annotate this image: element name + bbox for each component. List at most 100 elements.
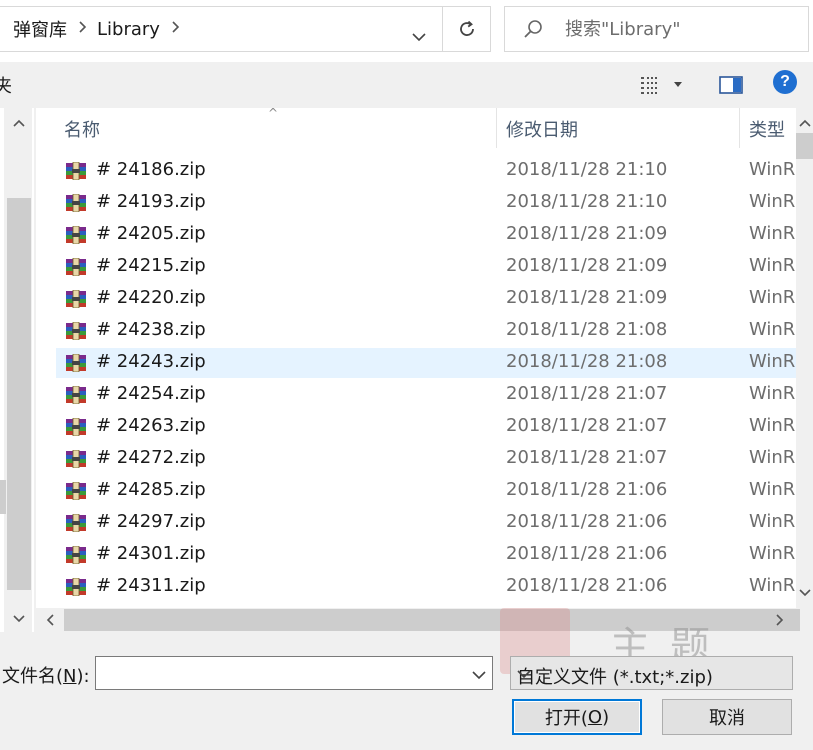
file-type: WinR	[749, 223, 796, 244]
table-row[interactable]: # 24238.zip 2018/11/28 21:08 WinR	[56, 316, 796, 346]
file-type: WinR	[749, 255, 796, 276]
table-row[interactable]: # 24254.zip 2018/11/28 21:07 WinR	[56, 380, 796, 410]
search-input[interactable]	[565, 18, 795, 40]
file-name: # 24243.zip	[96, 351, 206, 372]
file-date-modified: 2018/11/28 21:08	[506, 351, 668, 372]
column-divider[interactable]	[739, 108, 740, 148]
file-type: WinR	[749, 415, 796, 436]
winrar-archive-icon	[64, 321, 88, 341]
nav-scroll-down-button[interactable]	[7, 608, 31, 630]
chevron-right-icon[interactable]	[79, 21, 87, 37]
list-scroll-up-button[interactable]	[793, 112, 813, 134]
table-row[interactable]: # 24193.zip 2018/11/28 21:10 WinR	[56, 188, 796, 218]
file-name: # 24193.zip	[96, 191, 206, 212]
preview-pane-button[interactable]	[718, 72, 744, 98]
table-row[interactable]: # 24186.zip 2018/11/28 21:10 WinR	[56, 156, 796, 186]
file-date-modified: 2018/11/28 21:09	[506, 255, 668, 276]
file-date-modified: 2018/11/28 21:10	[506, 191, 668, 212]
navigation-pane-item-edge	[0, 480, 6, 514]
file-name: # 24297.zip	[96, 511, 206, 532]
caret-down-icon	[674, 82, 682, 87]
file-name: # 24205.zip	[96, 223, 206, 244]
column-header-type[interactable]: 类型	[749, 116, 785, 142]
file-date-modified: 2018/11/28 21:09	[506, 223, 668, 244]
chevron-down-icon	[517, 663, 784, 684]
open-button[interactable]: 打开(O)	[512, 699, 642, 735]
winrar-archive-icon	[64, 257, 88, 277]
sort-ascending-icon: ^	[268, 108, 279, 120]
file-type: WinR	[749, 191, 796, 212]
file-date-modified: 2018/11/28 21:07	[506, 447, 668, 468]
navigation-scrollbar-thumb[interactable]	[7, 198, 31, 590]
file-type: WinR	[749, 575, 796, 596]
file-list[interactable]: ^ 名称 修改日期 类型 # 24186.zip 2018/11/28 21:10…	[36, 108, 796, 608]
file-type: WinR	[749, 319, 796, 340]
chevron-left-icon	[46, 614, 54, 626]
file-name: # 24254.zip	[96, 383, 206, 404]
change-view-button[interactable]	[640, 70, 690, 100]
help-icon[interactable]: ?	[773, 70, 797, 94]
column-header-name[interactable]: 名称	[64, 116, 100, 142]
file-date-modified: 2018/11/28 21:06	[506, 479, 668, 500]
column-header-row: ^ 名称 修改日期 类型	[36, 108, 796, 148]
file-type: WinR	[749, 511, 796, 532]
file-type: WinR	[749, 159, 796, 180]
chevron-down-icon[interactable]	[472, 665, 486, 684]
column-header-date-modified[interactable]: 修改日期	[506, 116, 578, 142]
filename-combobox[interactable]	[95, 656, 493, 690]
refresh-button[interactable]	[442, 6, 491, 52]
file-date-modified: 2018/11/28 21:06	[506, 511, 668, 532]
list-scroll-down-button[interactable]	[793, 582, 813, 604]
address-history-dropdown[interactable]	[399, 17, 439, 57]
file-name: # 24263.zip	[96, 415, 206, 436]
file-list-scrollbar[interactable]	[796, 108, 813, 608]
table-row[interactable]: # 24297.zip 2018/11/28 21:06 WinR	[56, 508, 796, 538]
details-view-icon	[641, 77, 657, 94]
column-divider[interactable]	[496, 108, 497, 148]
breadcrumb-item-library[interactable]: Library	[97, 19, 160, 40]
chevron-right-icon[interactable]	[172, 21, 180, 37]
file-name: # 24311.zip	[96, 575, 206, 596]
table-row[interactable]: # 24215.zip 2018/11/28 21:09 WinR	[56, 252, 796, 282]
table-row[interactable]: # 24311.zip 2018/11/28 21:06 WinR	[56, 572, 796, 602]
winrar-archive-icon	[64, 449, 88, 469]
breadcrumb-item-popup-library[interactable]: 弹窗库	[0, 16, 67, 42]
table-row[interactable]: # 24285.zip 2018/11/28 21:06 WinR	[56, 476, 796, 506]
table-row[interactable]: # 24243.zip 2018/11/28 21:08 WinR	[56, 348, 796, 378]
command-bar: 夹	[0, 62, 813, 108]
file-type: WinR	[749, 479, 796, 500]
chevron-up-icon	[799, 119, 811, 127]
chevron-down-icon	[412, 32, 426, 41]
file-date-modified: 2018/11/28 21:10	[506, 159, 668, 180]
file-name: # 24301.zip	[96, 543, 206, 564]
winrar-archive-icon	[64, 545, 88, 565]
winrar-archive-icon	[64, 289, 88, 309]
table-row[interactable]: # 24263.zip 2018/11/28 21:07 WinR	[56, 412, 796, 442]
file-list-scrollbar-thumb[interactable]	[796, 133, 813, 159]
table-row[interactable]: # 24301.zip 2018/11/28 21:06 WinR	[56, 540, 796, 570]
winrar-archive-icon	[64, 193, 88, 213]
filename-input[interactable]	[96, 657, 456, 689]
nav-scroll-up-button[interactable]	[7, 112, 31, 134]
file-name: # 24215.zip	[96, 255, 206, 276]
table-row[interactable]: # 24205.zip 2018/11/28 21:09 WinR	[56, 220, 796, 250]
cancel-button[interactable]: 取消	[662, 699, 792, 735]
table-row[interactable]: # 24272.zip 2018/11/28 21:07 WinR	[56, 444, 796, 474]
search-box[interactable]	[504, 6, 809, 52]
chevron-right-icon	[776, 614, 784, 626]
filetype-select[interactable]: 自定义文件 (*.txt;*.zip)	[510, 656, 793, 690]
winrar-archive-icon	[64, 225, 88, 245]
scroll-right-button[interactable]	[768, 609, 792, 631]
file-date-modified: 2018/11/28 21:09	[506, 287, 668, 308]
table-row[interactable]: # 24220.zip 2018/11/28 21:09 WinR	[56, 284, 796, 314]
scroll-left-button[interactable]	[38, 609, 62, 631]
address-bar[interactable]: 弹窗库 Library	[0, 6, 443, 52]
file-date-modified: 2018/11/28 21:07	[506, 415, 668, 436]
file-name: # 24285.zip	[96, 479, 206, 500]
winrar-archive-icon	[64, 417, 88, 437]
chevron-down-icon	[799, 589, 811, 597]
new-folder-button-label[interactable]: 夹	[0, 72, 12, 98]
winrar-archive-icon	[64, 385, 88, 405]
winrar-archive-icon	[64, 353, 88, 373]
horizontal-scrollbar-thumb[interactable]	[64, 609, 800, 631]
